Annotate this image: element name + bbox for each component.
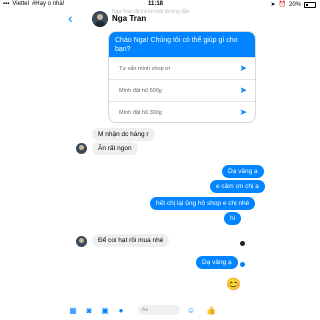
status-note: #Hay o nhà!	[31, 1, 65, 7]
quick-reply-label: Tư vấn mình shop ơi	[119, 65, 171, 72]
smile-emoji-icon: 😊	[226, 277, 241, 291]
location-icon: ➤	[270, 2, 276, 8]
send-arrow-icon: ➤	[239, 107, 247, 117]
quick-reply-2[interactable]: Mình đặt hũ 600g ➤	[109, 79, 255, 101]
seen-avatar	[240, 241, 245, 246]
message-incoming[interactable]: M nhận dc hàng r	[92, 128, 155, 141]
quick-reply-label: Mình đặt hũ 300g	[119, 109, 162, 116]
send-arrow-icon: ➤	[239, 63, 247, 73]
status-time: 11:18	[148, 1, 164, 7]
contact-avatar[interactable]	[92, 11, 108, 27]
emoji-icon[interactable]: ☺	[186, 305, 196, 315]
camera-icon[interactable]: ◙	[84, 305, 94, 315]
carrier-label: Viettel	[12, 1, 29, 7]
quick-reply-1[interactable]: Tư vấn mình shop ơi ➤	[109, 57, 255, 79]
microphone-icon[interactable]: ●	[116, 305, 126, 315]
status-right: ➤ ⏰ 20%	[270, 1, 316, 8]
battery-percent: 20%	[288, 1, 301, 8]
message-outgoing[interactable]: e cảm ơn chị ạ	[210, 180, 265, 193]
signal-icon: ▪▪▪	[3, 1, 10, 7]
contact-name[interactable]: Nga Tran	[112, 14, 146, 23]
image-icon[interactable]: ▣	[100, 305, 110, 315]
welcome-message: Chào Nga! Chúng tôi có thể giúp gì cho b…	[109, 32, 255, 57]
battery-icon	[304, 1, 316, 8]
message-input[interactable]: Aa	[138, 305, 180, 315]
alarm-icon: ⏰	[278, 2, 286, 8]
back-chevron-icon[interactable]: ‹	[68, 11, 73, 25]
quick-reply-label: Mình đặt hũ 600g	[119, 87, 162, 94]
sender-avatar	[76, 143, 87, 154]
message-outgoing[interactable]: hết chị lại ủng hộ shop e chị nhé	[150, 197, 256, 210]
message-outgoing[interactable]: hi	[224, 212, 242, 225]
message-outgoing[interactable]: Dạ vâng ạ	[222, 165, 264, 178]
read-receipt-icon	[240, 262, 245, 267]
composer-toolbar: ▦ ◙ ▣ ● Aa ☺ 👍	[0, 300, 320, 320]
welcome-card: Chào Nga! Chúng tôi có thể giúp gì cho b…	[108, 31, 256, 123]
sender-avatar	[76, 236, 87, 247]
chat-header: ‹ Nga Tran đã trả lời một đường dẫn Nga …	[0, 9, 320, 29]
quick-reply-3[interactable]: Mình đặt hũ 300g ➤	[109, 101, 255, 122]
message-outgoing[interactable]: Dạ vâng ạ	[196, 256, 238, 269]
message-incoming[interactable]: Ăn rất ngon	[92, 142, 138, 155]
send-arrow-icon: ➤	[239, 85, 247, 95]
like-thumb-icon[interactable]: 👍	[206, 306, 216, 315]
message-incoming[interactable]: Để coi hạt rồi mua nhé	[92, 234, 170, 247]
status-left: ▪▪▪ Viettel #Hay o nhà!	[3, 1, 64, 7]
grid-icon[interactable]: ▦	[68, 305, 78, 315]
